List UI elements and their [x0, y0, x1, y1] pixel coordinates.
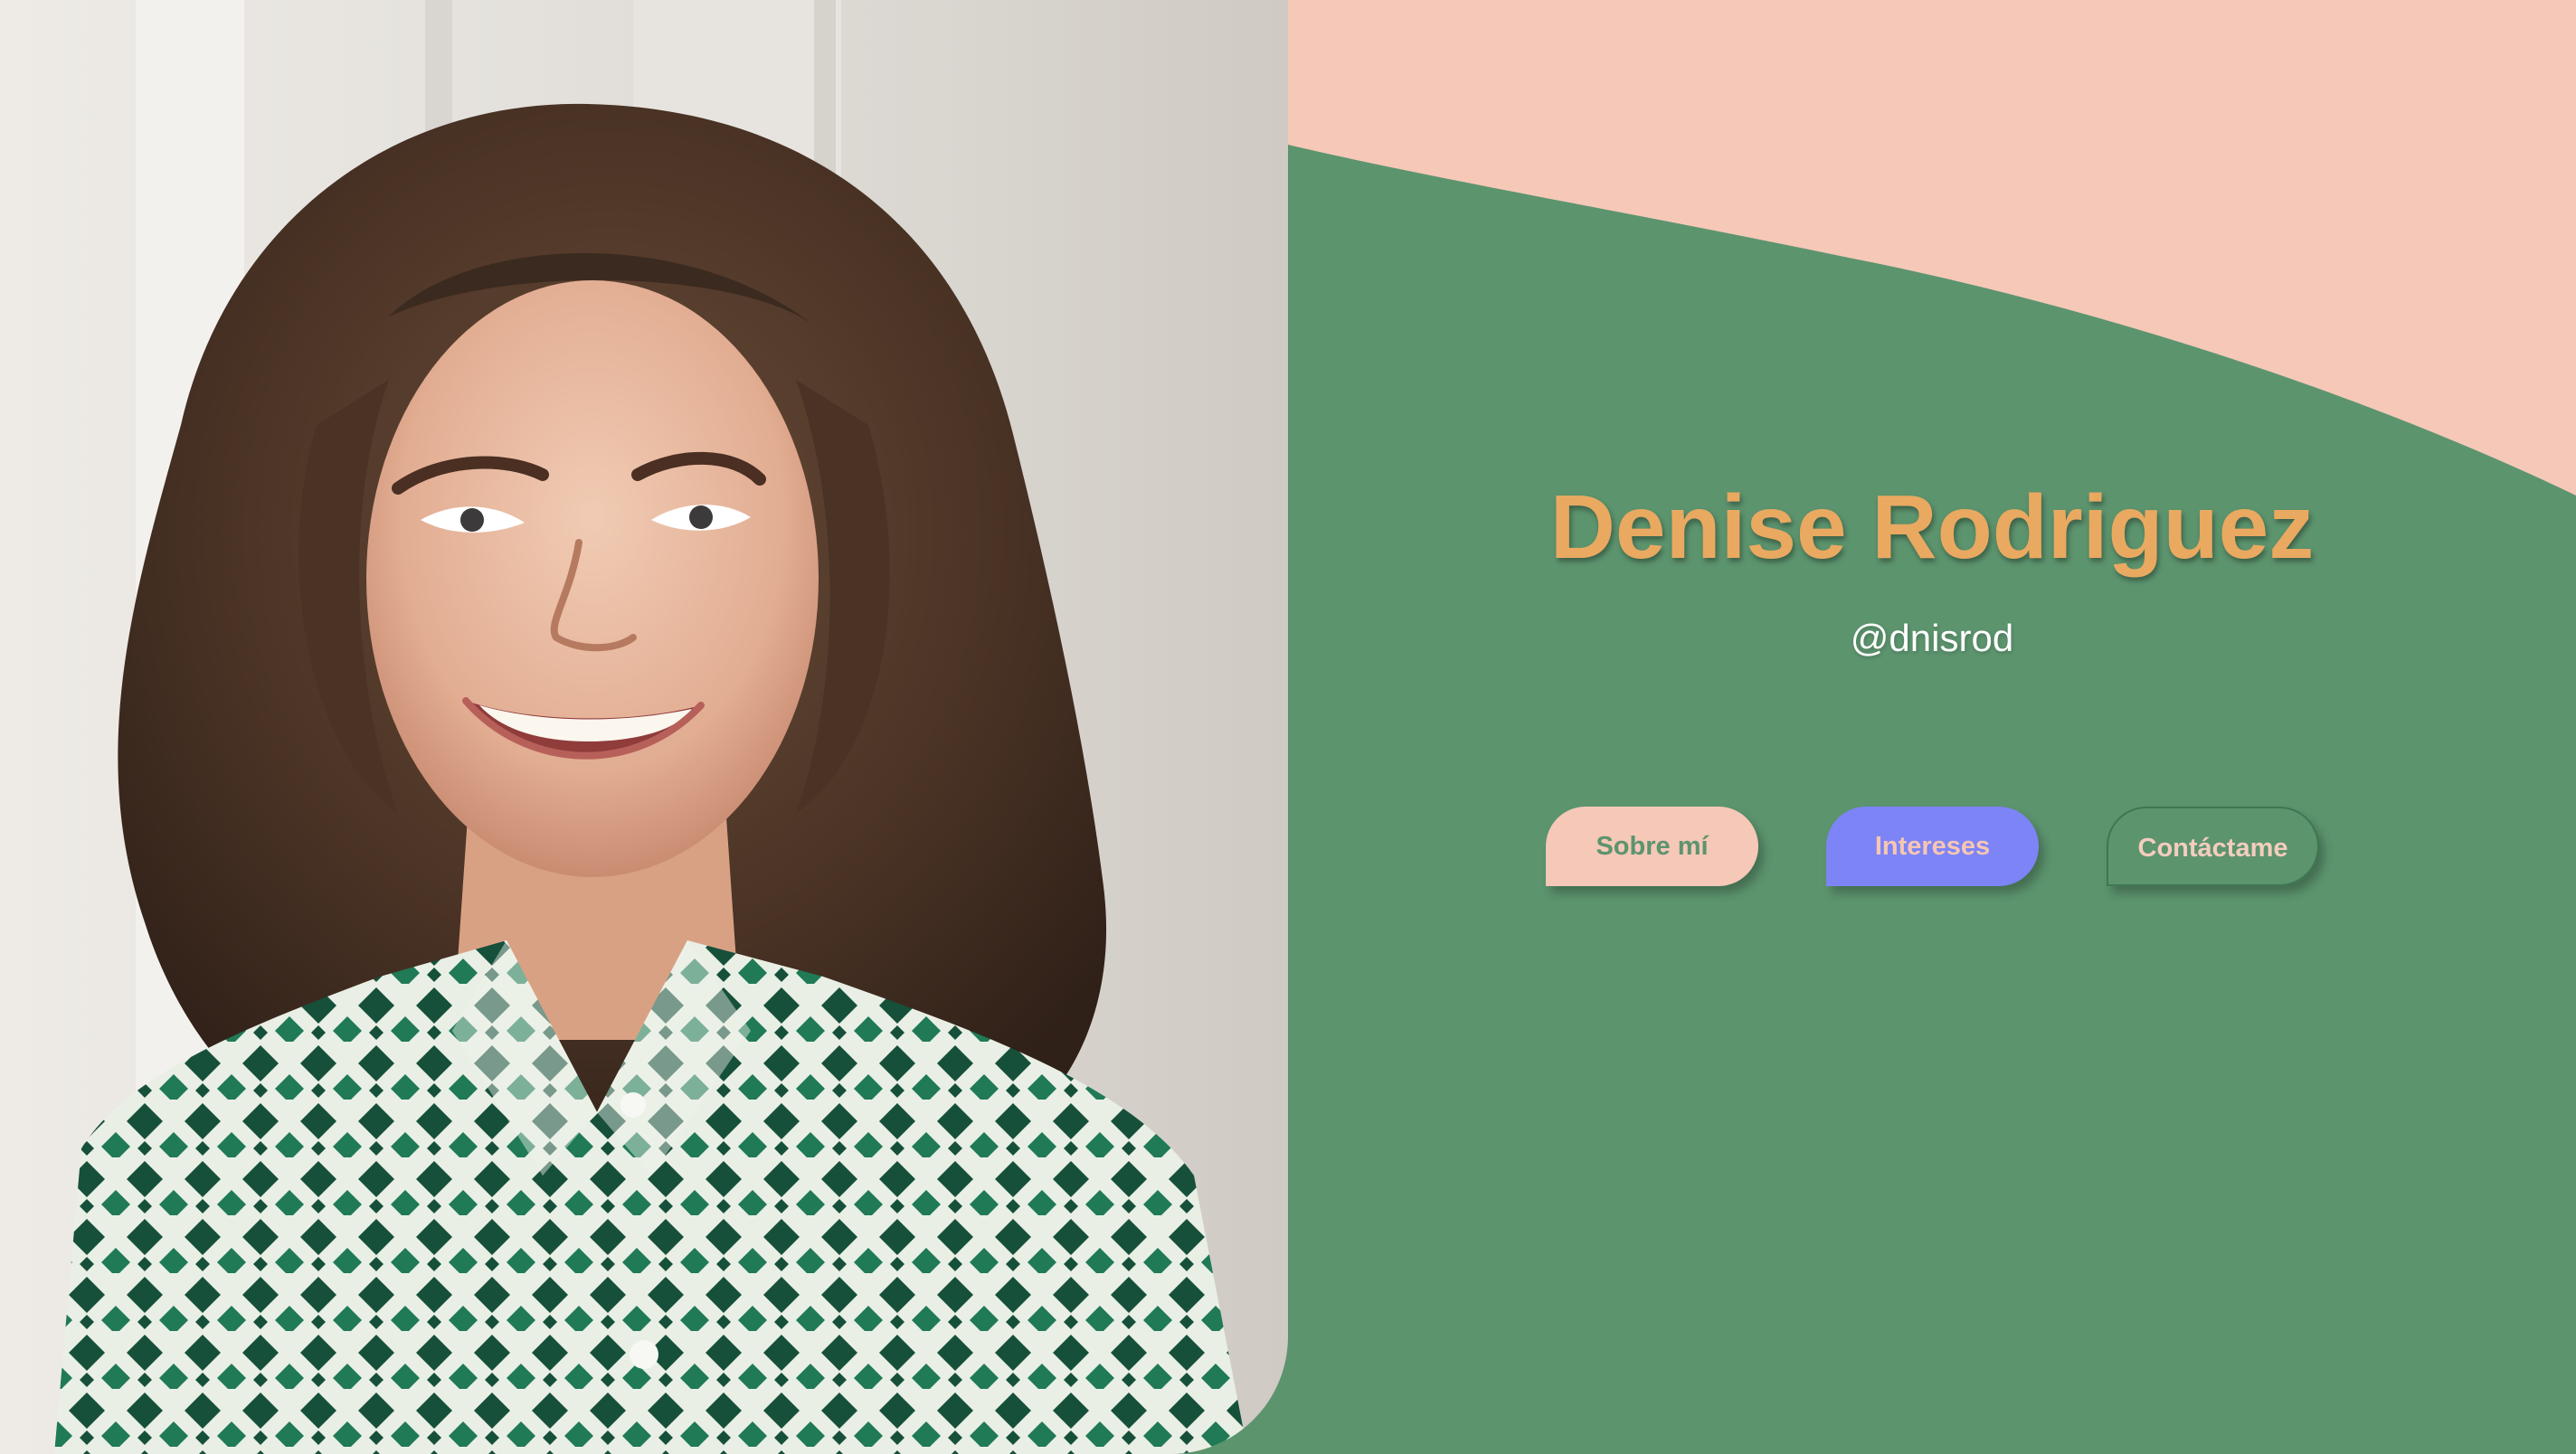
pink-wave-shape	[1288, 0, 2576, 496]
hero-content: Denise Rodriguez @dnisrod Sobre mí Inter…	[1288, 0, 2576, 1454]
profile-page: Denise Rodriguez @dnisrod Sobre mí Inter…	[0, 0, 2576, 1454]
about-button[interactable]: Sobre mí	[1546, 807, 1758, 886]
profile-handle: @dnisrod	[1850, 617, 2014, 659]
interests-button[interactable]: Intereses	[1826, 807, 2039, 886]
profile-name: Denise Rodriguez	[1549, 477, 2315, 578]
profile-photo	[0, 0, 1288, 1454]
portrait-illustration	[54, 0, 1248, 1454]
contact-button[interactable]: Contáctame	[2107, 807, 2319, 886]
